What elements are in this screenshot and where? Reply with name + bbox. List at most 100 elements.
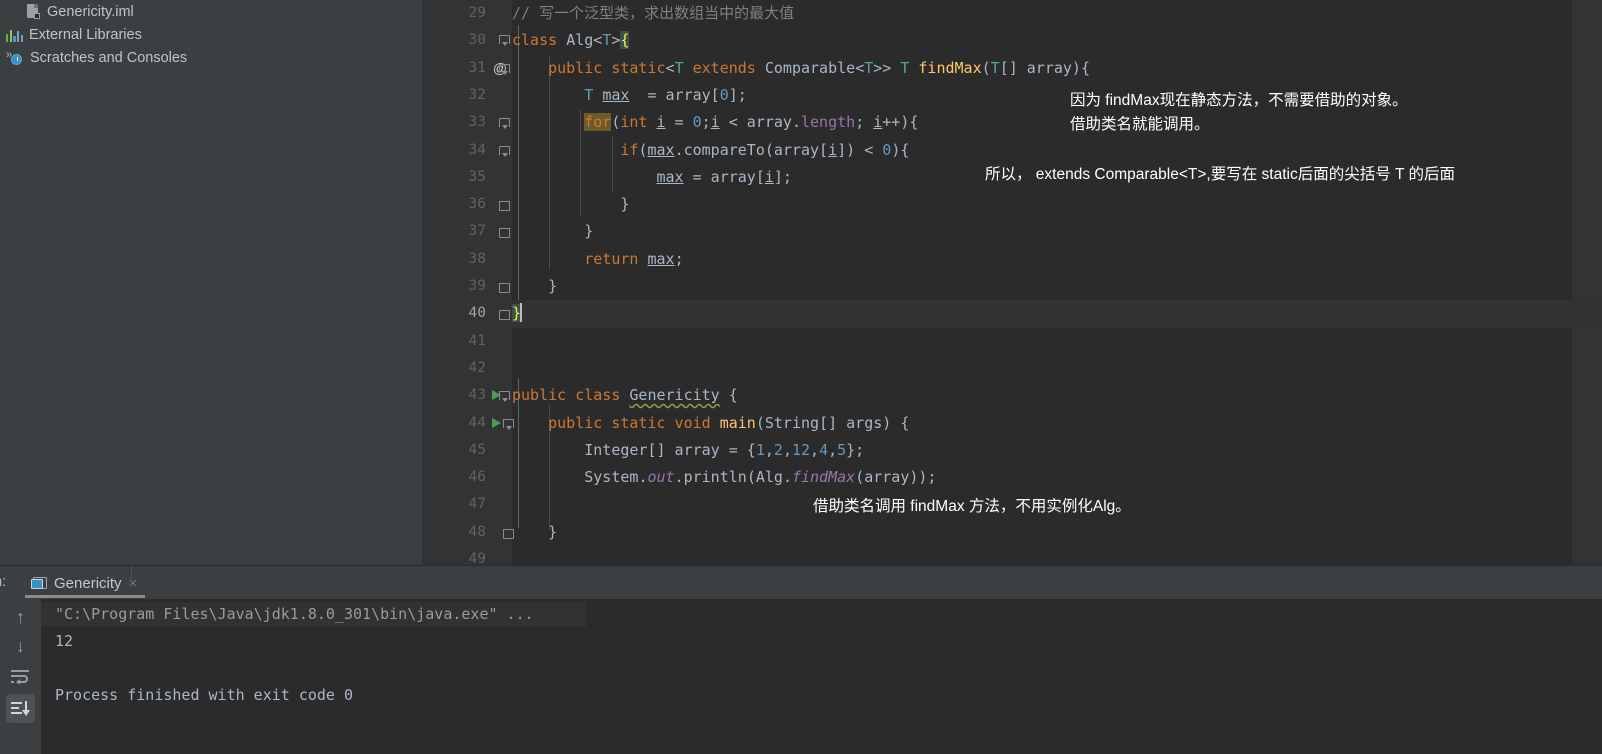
- line-number: 29: [468, 5, 486, 21]
- editor-line[interactable]: 41: [422, 328, 1602, 355]
- editor-line[interactable]: 48 }: [422, 519, 1602, 546]
- run-method-gutter-icon[interactable]: [492, 417, 501, 428]
- run-tab-label: Genericity: [54, 575, 122, 592]
- editor-line[interactable]: 31 @ public static<T extends Comparable<…: [422, 55, 1602, 82]
- editor-line[interactable]: 32 T max = array[0];: [422, 82, 1602, 109]
- fold-marker-icon[interactable]: [498, 389, 511, 403]
- line-content: public static void main(String[] args) {: [548, 413, 910, 432]
- console-output[interactable]: "C:\Program Files\Java\jdk1.8.0_301\bin\…: [41, 599, 1602, 754]
- fold-marker-icon[interactable]: [498, 144, 511, 157]
- line-number: 35: [468, 168, 486, 185]
- tab-separator: [131, 566, 132, 584]
- sidebar-item-scratches-and-consoles[interactable]: » Scratches and Consoles: [0, 46, 187, 69]
- console-line-output: Process finished with exit code 0: [55, 686, 354, 704]
- code-editor[interactable]: 29 // 写一个泛型类，求出数组当中的最大值 30 class Alg<T>{…: [422, 0, 1602, 567]
- down-arrow-icon[interactable]: ↓: [6, 632, 35, 661]
- line-content: T max = array[0];: [584, 85, 747, 104]
- line-number: 43: [468, 387, 486, 404]
- editor-line[interactable]: 37 }: [422, 218, 1602, 245]
- line-content: max = array[i];: [656, 167, 792, 186]
- console-line-command: "C:\Program Files\Java\jdk1.8.0_301\bin\…: [55, 605, 534, 623]
- run-tab-genericity[interactable]: Genericity ×: [25, 569, 146, 598]
- line-number: 31: [468, 59, 486, 76]
- line-number: 46: [468, 469, 486, 486]
- editor-line[interactable]: 46 System.out.println(Alg.findMax(array)…: [422, 464, 1602, 491]
- line-content: class Alg<T>{: [512, 31, 630, 50]
- tab-active-underline: [25, 595, 146, 598]
- soft-wrap-glyph: [11, 670, 29, 684]
- fold-marker-icon[interactable]: [498, 33, 511, 47]
- up-arrow-icon[interactable]: ↑: [6, 603, 35, 632]
- sidebar-item-label: Scratches and Consoles: [30, 49, 188, 66]
- editor-line-current[interactable]: 40 }: [422, 300, 1602, 328]
- line-content: Integer[] array = {1,2,12,4,5};: [584, 440, 865, 459]
- console-line-output: 12: [55, 632, 74, 650]
- editor-line[interactable]: 29 // 写一个泛型类，求出数组当中的最大值: [422, 0, 1602, 27]
- fold-marker-icon[interactable]: [498, 62, 511, 75]
- sidebar-item-label: External Libraries: [29, 26, 142, 43]
- line-content: }: [512, 277, 558, 295]
- annotation-static-method: 因为 findMax现在静态方法，不需要借助的对象。: [1070, 92, 1408, 109]
- line-number: 40: [468, 305, 486, 322]
- line-number: 48: [468, 523, 486, 540]
- editor-line[interactable]: 34 if(max.compareTo(array[i]) < 0){: [422, 137, 1602, 164]
- editor-line[interactable]: 30 class Alg<T>{: [422, 27, 1602, 54]
- line-content: // 写一个泛型类，求出数组当中的最大值: [512, 4, 795, 22]
- fold-marker-icon[interactable]: [498, 116, 511, 130]
- run-tool-window: Genericity × ↑ ↓ "C:\Program Files\Java\…: [0, 565, 1602, 754]
- intellij-idea-window: Genericity.iml External Libraries » Scra…: [0, 0, 1602, 754]
- annotation-no-instance: 借助类名调用 findMax 方法，不用实例化Alg。: [813, 498, 1131, 515]
- line-number: 34: [468, 141, 486, 158]
- line-number: 32: [468, 86, 486, 103]
- line-number: 38: [468, 250, 486, 267]
- line-number: 44: [468, 414, 486, 431]
- line-number: 47: [468, 496, 486, 513]
- fold-marker-icon[interactable]: [498, 282, 511, 295]
- soft-wrap-icon[interactable]: [6, 662, 35, 691]
- console-toolbar: ↑ ↓: [0, 599, 41, 754]
- line-content: for(int i = 0;i < array.length; i++){: [584, 113, 919, 132]
- run-tab-bar: Genericity ×: [0, 566, 1602, 599]
- project-tool-window: Genericity.iml External Libraries » Scra…: [0, 0, 422, 565]
- fold-marker-icon[interactable]: [498, 200, 511, 213]
- line-content: System.out.println(Alg.findMax(array));: [584, 468, 937, 487]
- editor-line[interactable]: 42: [422, 355, 1602, 382]
- editor-line[interactable]: 44 public static void main(String[] args…: [422, 410, 1602, 437]
- annotation-class-name-call: 借助类名就能调用。: [1070, 116, 1210, 133]
- line-number: 39: [468, 278, 486, 294]
- editor-line[interactable]: 43 public class Genericity {: [422, 382, 1602, 409]
- annotation-extends-position: 所以， extends Comparable<T>,要写在 static后面的尖…: [985, 166, 1455, 183]
- editor-line[interactable]: 39 }: [422, 273, 1602, 300]
- editor-line[interactable]: 45 Integer[] array = {1,2,12,4,5};: [422, 437, 1602, 464]
- line-content: return max;: [584, 249, 684, 268]
- line-number: 45: [468, 441, 486, 458]
- line-number: 30: [468, 32, 486, 49]
- editor-line[interactable]: 33 for(int i = 0;i < array.length; i++){: [422, 109, 1602, 136]
- sidebar-item-label: Genericity.iml: [47, 3, 134, 20]
- editor-line[interactable]: 36 }: [422, 191, 1602, 218]
- line-content: }: [512, 222, 594, 241]
- sidebar-item-external-libraries[interactable]: External Libraries: [0, 23, 142, 46]
- scroll-to-end-glyph: [11, 700, 30, 716]
- text-caret: [520, 303, 523, 323]
- editor-line[interactable]: 38 return max;: [422, 246, 1602, 273]
- line-number: 42: [468, 359, 486, 376]
- line-number: 41: [468, 332, 486, 349]
- line-content: if(max.compareTo(array[i]) < 0){: [620, 140, 910, 159]
- line-content: }: [512, 303, 523, 323]
- fold-marker-icon[interactable]: [498, 309, 511, 322]
- close-icon[interactable]: ×: [129, 575, 138, 592]
- line-content: public static<T extends Comparable<T>> T…: [548, 58, 1090, 77]
- line-number: 36: [468, 196, 486, 213]
- scratches-consoles-icon: »: [6, 49, 24, 66]
- sidebar-item-genericity-iml[interactable]: Genericity.iml: [0, 0, 134, 23]
- run-tool-window-label: n:: [0, 574, 7, 590]
- fold-marker-icon[interactable]: [498, 227, 511, 240]
- module-file-icon: [26, 3, 41, 20]
- line-number: 33: [468, 114, 486, 131]
- line-content: public class Genericity {: [512, 386, 738, 405]
- line-number: 37: [468, 223, 486, 240]
- line-content: }: [512, 195, 630, 214]
- console-icon: [31, 576, 47, 591]
- scroll-to-end-icon[interactable]: [6, 694, 35, 723]
